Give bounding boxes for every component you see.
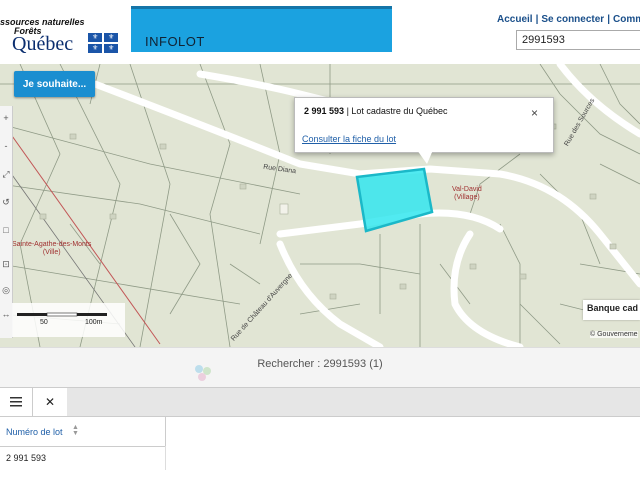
popup-close-icon[interactable]: × xyxy=(531,106,538,120)
scale-label-50: 50 xyxy=(40,319,48,326)
quebec-flag-icon: ⚜ ⚜ ⚜ ⚜ xyxy=(88,33,118,53)
scale-label-100: 100m xyxy=(85,319,103,326)
top-links: Accueil | Se connecter | Comm xyxy=(497,14,640,25)
hamburger-icon xyxy=(10,397,22,407)
wish-button[interactable]: Je souhaite... xyxy=(14,71,95,97)
table-row[interactable]: 2 991 593 xyxy=(0,446,166,470)
app-title-bar: INFOLOT xyxy=(131,6,392,52)
column-header-lot-number[interactable]: Numéro de lot ▲ ▼ xyxy=(0,416,166,447)
layer-icon[interactable]: ⊡ xyxy=(0,256,12,272)
column-header-label: Numéro de lot xyxy=(6,427,63,437)
place-label-val-david: Val-David (Village) xyxy=(452,186,482,201)
search-results-text: Rechercher : 2991593 (1) xyxy=(257,358,383,370)
full-extent-icon[interactable]: ⤢ xyxy=(0,166,12,182)
locate-icon[interactable]: ◎ xyxy=(0,282,12,298)
home-link[interactable]: Accueil xyxy=(497,14,533,25)
ministry-name: ssources naturelles xyxy=(0,17,85,27)
scale-bar xyxy=(12,303,125,337)
results-bar: Rechercher : 2991593 (1) xyxy=(0,347,640,388)
zoom-in-icon[interactable]: + xyxy=(0,110,12,126)
refresh-icon[interactable]: ↺ xyxy=(0,194,12,210)
login-link[interactable]: Se connecter xyxy=(541,14,604,25)
place-label-sainte-agathe: Sainte-Agathe-des-Monts (Ville) xyxy=(12,241,92,256)
panel-tabbar: ✕ xyxy=(0,388,640,417)
lot-popup: 2 991 593 | Lot cadastre du Québec × Con… xyxy=(294,97,554,153)
header: ssources naturelles Forêts Québec ⚜ ⚜ ⚜ … xyxy=(0,0,640,64)
results-panel: ✕ Numéro de lot ▲ ▼ 2 991 593 xyxy=(0,387,640,481)
app-title: INFOLOT xyxy=(145,34,205,49)
sort-icon[interactable]: ▲ ▼ xyxy=(72,424,79,437)
loading-spinner-icon xyxy=(195,365,211,381)
lot-details-link[interactable]: Consulter la fiche du lot xyxy=(302,134,396,144)
comments-link[interactable]: Comm xyxy=(613,14,640,25)
copyright-text: © Gouverneme xyxy=(590,331,638,338)
scale-bar-graphic xyxy=(17,312,107,317)
panel-close-icon[interactable]: ✕ xyxy=(33,388,67,416)
table-cell-lot: 2 991 593 xyxy=(6,453,47,463)
measure-icon[interactable]: ↔ xyxy=(0,306,12,322)
popup-pointer xyxy=(417,150,433,164)
quebec-logo-text: Québec xyxy=(12,33,74,55)
banque-cadastre-label[interactable]: Banque cad xyxy=(583,300,640,320)
list-view-icon[interactable] xyxy=(0,388,33,416)
popup-lot-desc: | Lot cadastre du Québec xyxy=(346,106,448,116)
search-input[interactable] xyxy=(516,30,640,50)
popup-lot-number: 2 991 593 xyxy=(304,106,345,116)
select-box-icon[interactable]: □ xyxy=(0,222,12,238)
popup-title: 2 991 593 | Lot cadastre du Québec xyxy=(304,106,447,116)
zoom-out-icon[interactable]: - xyxy=(0,138,12,154)
